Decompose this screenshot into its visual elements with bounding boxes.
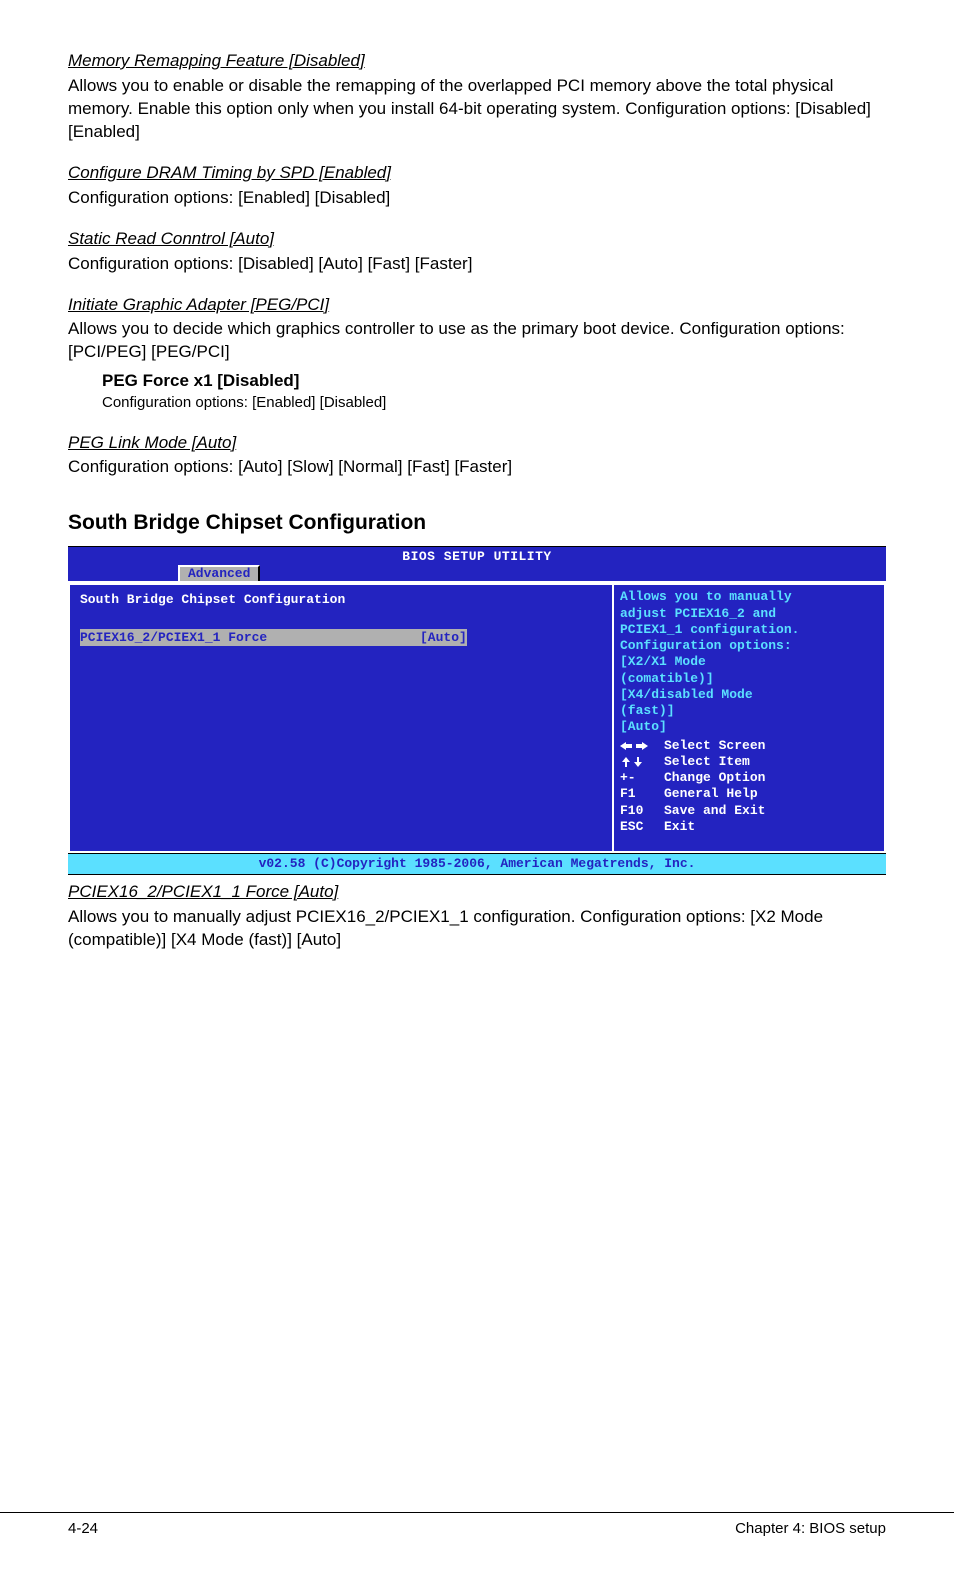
bios-tabbar: Advanced bbox=[68, 565, 886, 581]
bios-footer: v02.58 (C)Copyright 1985-2006, American … bbox=[68, 853, 886, 874]
tab-spacer bbox=[68, 565, 178, 581]
arrow-ud-icon bbox=[620, 754, 664, 770]
section-pciex-force: PCIEX16_2/PCIEX1_1 Force [Auto] Allows y… bbox=[68, 881, 886, 952]
nav-label: Exit bbox=[664, 819, 695, 834]
section-body: Allows you to manually adjust PCIEX16_2/… bbox=[68, 906, 886, 952]
section-static-read: Static Read Conntrol [Auto] Configuratio… bbox=[68, 228, 886, 276]
section-body: Configuration options: [Auto] [Slow] [No… bbox=[68, 456, 886, 479]
section-body: Allows you to decide which graphics cont… bbox=[68, 318, 886, 364]
section-title: Initiate Graphic Adapter [PEG/PCI] bbox=[68, 294, 886, 317]
bios-help-text: Allows you to manually adjust PCIEX16_2 … bbox=[620, 589, 878, 735]
bios-panel-header: South Bridge Chipset Configuration bbox=[80, 591, 602, 609]
section-title: PEG Link Mode [Auto] bbox=[68, 432, 886, 455]
page-number: 4-24 bbox=[68, 1519, 98, 1539]
nav-label: Select Item bbox=[664, 754, 750, 769]
nav-key: F1 bbox=[620, 786, 664, 802]
nav-key: F10 bbox=[620, 803, 664, 819]
nav-key: +- bbox=[620, 770, 664, 786]
bios-left-pane: South Bridge Chipset Configuration PCIEX… bbox=[68, 583, 612, 853]
chapter-label: Chapter 4: BIOS setup bbox=[735, 1519, 886, 1539]
help-line: (comatible)] bbox=[620, 671, 878, 687]
section-body: Allows you to enable or disable the rema… bbox=[68, 75, 886, 144]
bios-option-row[interactable]: PCIEX16_2/PCIEX1_1 Force [Auto] bbox=[80, 629, 602, 647]
help-line: (fast)] bbox=[620, 703, 878, 719]
bios-panel: BIOS SETUP UTILITY Advanced South Bridge… bbox=[68, 546, 886, 875]
page-footer: 4-24 Chapter 4: BIOS setup bbox=[0, 1512, 954, 1569]
section-body: Configuration options: [Disabled] [Auto]… bbox=[68, 253, 886, 276]
section-title: PCIEX16_2/PCIEX1_1 Force [Auto] bbox=[68, 881, 886, 904]
section-init-graphic: Initiate Graphic Adapter [PEG/PCI] Allow… bbox=[68, 294, 886, 365]
bios-body: South Bridge Chipset Configuration PCIEX… bbox=[68, 581, 886, 853]
section-dram-timing: Configure DRAM Timing by SPD [Enabled] C… bbox=[68, 162, 886, 210]
nav-key: ESC bbox=[620, 819, 664, 835]
help-line: adjust PCIEX16_2 and bbox=[620, 606, 878, 622]
heading-south-bridge: South Bridge Chipset Configuration bbox=[68, 509, 886, 537]
subsection-title: PEG Force x1 [Disabled] bbox=[102, 370, 886, 393]
section-body: Configuration options: [Enabled] [Disabl… bbox=[68, 187, 886, 210]
bios-title: BIOS SETUP UTILITY bbox=[68, 547, 886, 566]
nav-label: General Help bbox=[664, 786, 758, 801]
help-line: Allows you to manually bbox=[620, 589, 878, 605]
help-line: [X2/X1 Mode bbox=[620, 654, 878, 670]
subsection-peg-force: PEG Force x1 [Disabled] Configuration op… bbox=[102, 370, 886, 413]
nav-label: Change Option bbox=[664, 770, 765, 785]
subsection-body: Configuration options: [Enabled] [Disabl… bbox=[102, 393, 886, 413]
bios-nav-keys: Select Screen Select Item +-Change Optio… bbox=[620, 738, 878, 836]
section-memory-remap: Memory Remapping Feature [Disabled] Allo… bbox=[68, 50, 886, 144]
bios-option-label: PCIEX16_2/PCIEX1_1 Force bbox=[80, 629, 420, 647]
bios-right-pane: Allows you to manually adjust PCIEX16_2 … bbox=[612, 583, 886, 853]
arrow-lr-icon bbox=[620, 738, 664, 754]
nav-label: Save and Exit bbox=[664, 803, 765, 818]
bios-tab-advanced[interactable]: Advanced bbox=[178, 565, 260, 581]
nav-label: Select Screen bbox=[664, 738, 765, 753]
help-line: [Auto] bbox=[620, 719, 878, 735]
help-line: PCIEX1_1 configuration. bbox=[620, 622, 878, 638]
bios-option-value: [Auto] bbox=[420, 629, 467, 647]
help-line: [X4/disabled Mode bbox=[620, 687, 878, 703]
section-peg-link: PEG Link Mode [Auto] Configuration optio… bbox=[68, 432, 886, 480]
section-title: Configure DRAM Timing by SPD [Enabled] bbox=[68, 162, 886, 185]
help-line: Configuration options: bbox=[620, 638, 878, 654]
section-title: Memory Remapping Feature [Disabled] bbox=[68, 50, 886, 73]
section-title: Static Read Conntrol [Auto] bbox=[68, 228, 886, 251]
